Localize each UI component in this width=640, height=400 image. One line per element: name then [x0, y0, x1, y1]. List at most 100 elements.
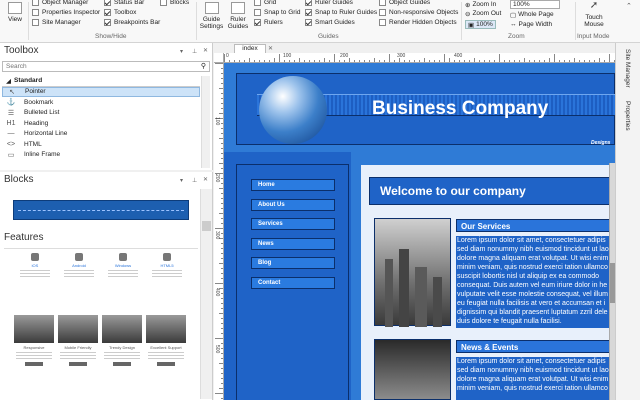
- ruler-tick: [219, 138, 223, 139]
- checkbox-grid[interactable]: Grid: [254, 0, 276, 7]
- design-canvas[interactable]: Business Company Designs Home About Us Ser…: [224, 63, 615, 400]
- nav-blog[interactable]: Blog: [251, 257, 335, 269]
- ruler-tick: [221, 298, 223, 299]
- checkbox-snap-to-ruler-guides[interactable]: Snap to Ruler Guides: [305, 8, 377, 17]
- page-width-button[interactable]: ↔ Page Width: [510, 20, 552, 29]
- ruler-tick: [459, 60, 460, 62]
- checkbox-box: [254, 9, 261, 16]
- pin-icon[interactable]: ⊥: [192, 48, 197, 55]
- group-label-zoom: Zoom: [508, 33, 525, 40]
- nav-home[interactable]: Home: [251, 179, 335, 191]
- feature-photo-image: [146, 315, 186, 343]
- feature-card: Mobile Friendly: [58, 315, 98, 366]
- checkbox-site-manager[interactable]: Site Manager: [32, 18, 81, 27]
- zoom-in-button[interactable]: ⊕ Zoom In: [465, 0, 496, 9]
- whole-page-button[interactable]: ▢ Whole Page: [510, 10, 554, 19]
- ruler-tick: [529, 60, 530, 62]
- horizontal-ruler[interactable]: 0 100 200 300 400: [224, 53, 615, 63]
- checkbox-rulers[interactable]: Rulers: [254, 18, 283, 27]
- panel-menu-icon[interactable]: ▾: [180, 177, 183, 184]
- feature-photo-image: [58, 315, 98, 343]
- ruler-tick: [359, 60, 360, 62]
- zoom-100-button[interactable]: ▣ 100%: [465, 20, 496, 29]
- checkbox-status-bar[interactable]: Status Bar: [104, 0, 144, 7]
- tab-site-manager[interactable]: Site Manager: [624, 49, 631, 88]
- toolbox-scrollbar[interactable]: [201, 76, 210, 168]
- checkbox-ruler-guides[interactable]: Ruler Guides: [305, 0, 353, 7]
- content-column: Welcome to our company Our Services Lore…: [361, 165, 615, 400]
- panel-menu-icon[interactable]: ▾: [180, 48, 183, 55]
- text-line: [104, 355, 140, 356]
- zoom-out-button[interactable]: ⊖ Zoom Out: [465, 9, 501, 18]
- touch-mouse-button[interactable]: ➚ Touch Mouse: [578, 1, 610, 29]
- close-icon[interactable]: ✕: [203, 47, 208, 54]
- ruler-tick: [221, 333, 223, 334]
- nav-about-us[interactable]: About Us: [251, 198, 335, 211]
- body-text-line: sed diam nonummy nibh euismod tincidunt …: [457, 367, 609, 374]
- ruler-tick: [221, 168, 223, 169]
- ruler-tick: [569, 60, 570, 62]
- nav-services[interactable]: Services: [251, 218, 335, 230]
- text-line: [60, 355, 96, 356]
- toolbox-item-pointer[interactable]: ↖ Pointer: [2, 86, 200, 97]
- checkbox-blocks[interactable]: Blocks: [160, 0, 189, 7]
- checkbox-render-hidden-objects[interactable]: Render Hidden Objects: [379, 18, 457, 27]
- category-standard[interactable]: ◢ Standard: [2, 76, 200, 87]
- document-tab-index[interactable]: index: [234, 44, 266, 53]
- collapse-ribbon-icon[interactable]: ⌃: [626, 2, 632, 10]
- checkbox-object-guides[interactable]: Object Guides: [379, 0, 430, 7]
- news-bar: News & Events: [456, 340, 615, 353]
- guide-settings-button[interactable]: Guide Settings: [199, 2, 224, 30]
- nav-column: Home About Us Services News Blog Contact: [224, 152, 351, 400]
- checkbox-breakpoints-bar[interactable]: Breakpoints Bar: [104, 18, 160, 27]
- checkbox-non-responsive-objects[interactable]: Non-responsive Objects: [379, 8, 458, 17]
- checkbox-snap-to-grid[interactable]: Snap to Grid: [254, 8, 301, 17]
- toolbox-item-heading[interactable]: H1 Heading: [2, 118, 200, 129]
- toolbox-item-bulleted-list[interactable]: ☰ Bulleted List: [2, 108, 200, 119]
- ruler-tick: [454, 60, 455, 62]
- ruler-tick: [489, 60, 490, 62]
- ruler-tick: [579, 60, 580, 62]
- tab-close-icon[interactable]: ✕: [268, 45, 273, 52]
- feature-icon: [163, 253, 171, 261]
- ruler-tick: [339, 60, 340, 62]
- toolbox-item-inline-frame[interactable]: ▭ Inline Frame: [2, 150, 200, 161]
- page-width-icon: ↔: [510, 21, 517, 28]
- pin-icon[interactable]: ⊥: [192, 177, 197, 184]
- nav-news[interactable]: News: [251, 237, 335, 250]
- checkbox-properties-inspector[interactable]: Properties Inspector: [32, 8, 100, 17]
- blocks-panel: Blocks ▾ ⊥ ✕ Features iOS Android Windows H…: [0, 172, 213, 400]
- ruler-label: 500: [214, 345, 220, 354]
- ruler-tick: [414, 60, 415, 62]
- zoom-select[interactable]: 100%: [510, 0, 560, 9]
- ruler-tick: [221, 133, 223, 134]
- nav-contact[interactable]: Contact: [251, 276, 335, 289]
- checkbox-smart-guides[interactable]: Smart Guides: [305, 18, 355, 27]
- search-icon[interactable]: ⚲: [201, 62, 206, 70]
- search-input[interactable]: [3, 62, 193, 71]
- ruler-tick: [221, 93, 223, 94]
- view-button[interactable]: View: [4, 2, 26, 23]
- text-line: [16, 358, 52, 359]
- toolbox-item-bookmark[interactable]: ⚓ Bookmark: [2, 97, 200, 108]
- ruler-guides-button[interactable]: Ruler Guides: [226, 2, 250, 30]
- checkbox-toolbox[interactable]: Toolbox: [104, 8, 136, 17]
- ruler-tick: [424, 58, 425, 62]
- view-icon: [8, 2, 22, 14]
- body-text-line: eu feugiat nulla facilisis at vero et ac…: [457, 300, 606, 307]
- toolbox-item-horizontal-line[interactable]: — Horizontal Line: [2, 129, 200, 140]
- toolbox-item-html[interactable]: <> HTML: [2, 139, 200, 150]
- ruler-tick: [279, 54, 280, 62]
- block-thumbnail-banner[interactable]: [13, 200, 189, 220]
- body-text-line: minim veniam, quis nostrud exerci tation…: [457, 385, 608, 392]
- vertical-ruler[interactable]: 100 200 300 400 500: [214, 63, 224, 400]
- tagline: Designs: [591, 140, 611, 146]
- checkbox-object-manager[interactable]: Object Manager: [32, 0, 88, 7]
- features-block-preview[interactable]: iOS Android Windows HTML5 Responsive Mobile …: [4, 248, 198, 398]
- blocks-scrollbar[interactable]: [200, 189, 212, 399]
- ruler-tick: [444, 54, 445, 62]
- zoom-percent-icon: ▣: [468, 21, 475, 29]
- ruler-tick: [239, 60, 240, 62]
- tab-properties[interactable]: Properties: [624, 101, 631, 131]
- close-icon[interactable]: ✕: [203, 176, 208, 183]
